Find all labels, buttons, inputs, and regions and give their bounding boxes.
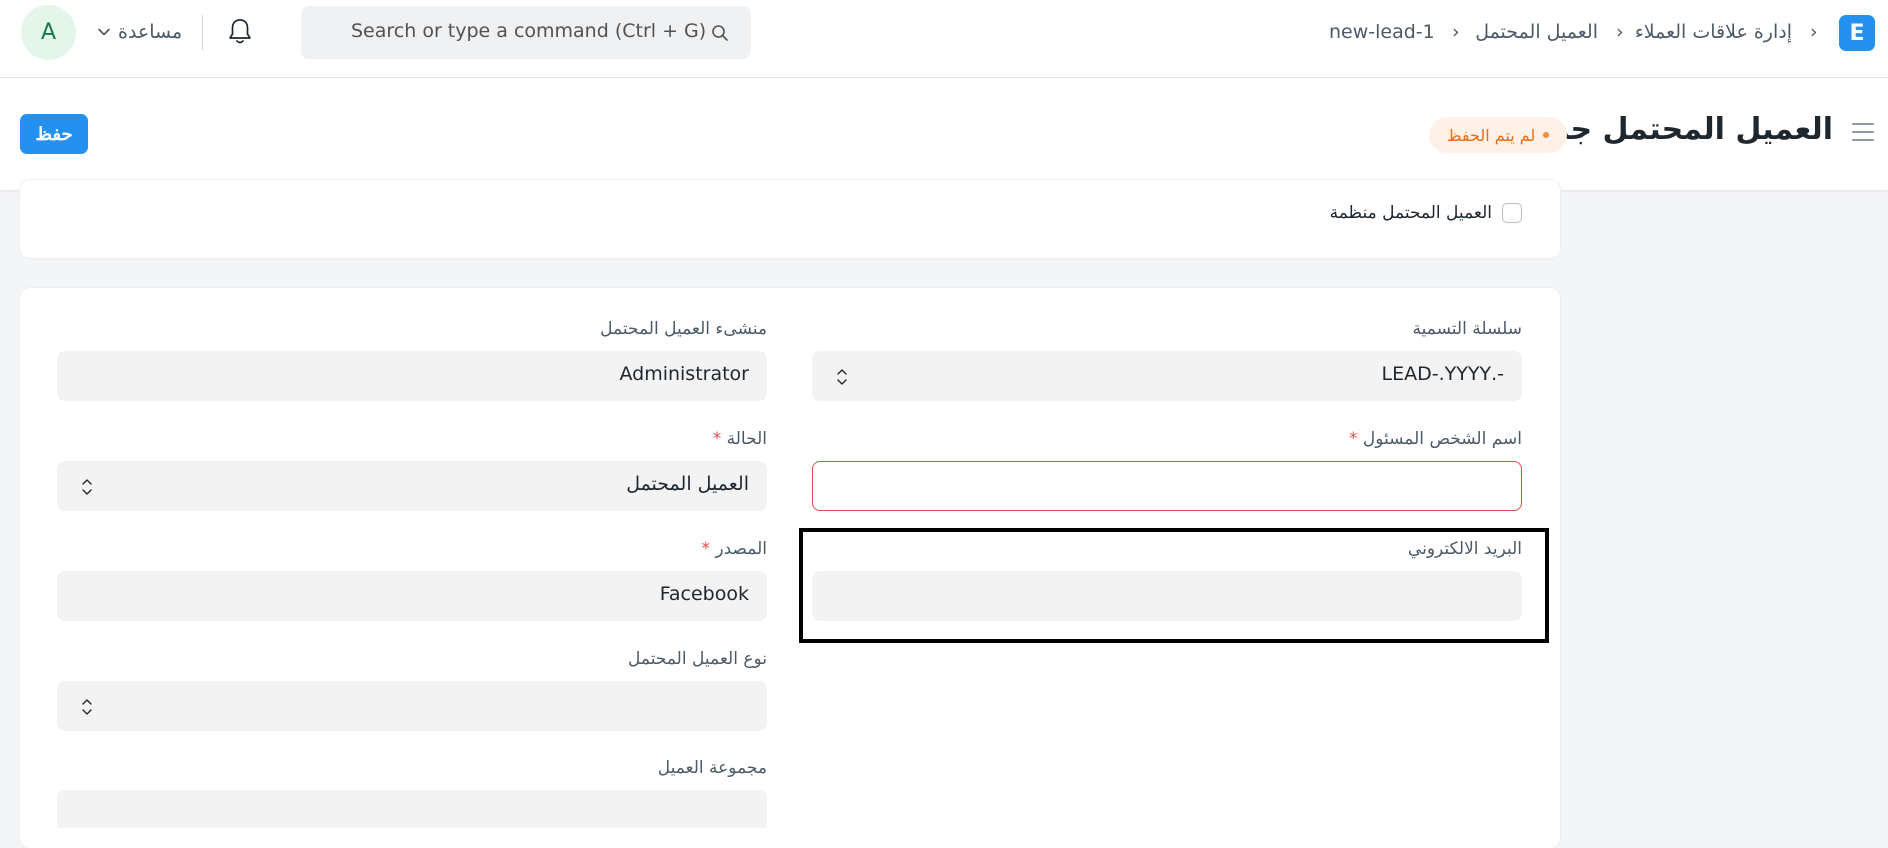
email-field-highlight	[799, 528, 1549, 643]
chevron-down-icon	[98, 28, 110, 36]
source-label: المصدر *	[701, 539, 767, 559]
navbar-divider	[202, 15, 203, 50]
hamburger-icon[interactable]	[1851, 121, 1875, 143]
person-name-label-text: اسم الشخص المسئول	[1362, 429, 1522, 449]
breadcrumb-separator: ›	[1452, 21, 1460, 43]
person-name-label: اسم الشخص المسئول *	[1349, 429, 1522, 449]
status-dot	[1543, 132, 1550, 138]
search-input[interactable]: Search or type a command (Ctrl + G)	[351, 20, 706, 42]
person-name-input[interactable]	[812, 461, 1522, 511]
avatar[interactable]: A	[21, 5, 76, 60]
naming-series-label: سلسلة التسمية	[1412, 319, 1522, 339]
logo-letter: E	[1849, 20, 1865, 46]
lead-owner-value: Administrator	[619, 363, 749, 385]
organization-checkbox-label: العميل المحتمل منظمة	[1329, 203, 1492, 223]
source-field[interactable]: Facebook	[57, 571, 767, 621]
status-value: العميل المحتمل	[626, 473, 749, 495]
navbar: E › إدارة علاقات العملاء › العميل المحتم…	[0, 0, 1888, 78]
lead-owner-label: منشىء العميل المحتمل	[600, 319, 767, 339]
status-badge: لم يتم الحفظ	[1429, 117, 1567, 153]
breadcrumb-lead[interactable]: العميل المحتمل	[1475, 18, 1598, 46]
breadcrumb-separator: ›	[1810, 21, 1818, 43]
naming-series-value: -.LEAD-.YYYY	[1381, 363, 1504, 385]
select-arrows-icon	[837, 369, 847, 385]
breadcrumb-crm[interactable]: إدارة علاقات العملاء	[1635, 18, 1792, 46]
source-label-text: المصدر	[715, 539, 767, 559]
organization-checkbox[interactable]	[1502, 203, 1522, 223]
avatar-letter: A	[40, 20, 57, 45]
bell-icon[interactable]	[227, 17, 253, 45]
source-value: Facebook	[659, 583, 749, 605]
naming-series-select[interactable]: -.LEAD-.YYYY	[812, 351, 1522, 401]
select-arrows-icon	[82, 699, 92, 715]
organization-checkbox-row[interactable]: العميل المحتمل منظمة	[1330, 200, 1522, 226]
lead-type-label: نوع العميل المحتمل	[628, 649, 767, 669]
help-label: مساعدة	[118, 21, 183, 43]
required-mark: *	[701, 539, 710, 559]
status-label: الحالة *	[713, 429, 767, 449]
breadcrumb-separator: ›	[1616, 21, 1624, 43]
customer-group-label: مجموعة العميل	[657, 758, 767, 778]
lead-type-select[interactable]	[57, 681, 767, 731]
required-mark: *	[1348, 429, 1358, 449]
lead-owner-field[interactable]: Administrator	[57, 351, 767, 401]
select-arrows-icon	[82, 479, 92, 495]
status-badge-label: لم يتم الحفظ	[1446, 125, 1536, 145]
page-head: حفظ العميل المحتمل جديد لم يتم الحفظ	[0, 78, 1888, 190]
help-dropdown[interactable]: مساعدة	[98, 18, 182, 46]
save-button[interactable]: حفظ	[20, 114, 88, 154]
breadcrumb-current[interactable]: new-lead-1	[1329, 18, 1435, 46]
app-logo[interactable]: E	[1839, 15, 1875, 51]
status-label-text: الحالة	[726, 429, 767, 449]
page-title: العميل المحتمل جديد	[1524, 112, 1833, 147]
required-mark: *	[712, 429, 722, 449]
status-select[interactable]: العميل المحتمل	[57, 461, 767, 511]
search-icon	[712, 25, 728, 41]
search-bar[interactable]: Search or type a command (Ctrl + G)	[301, 6, 751, 59]
customer-group-field[interactable]	[57, 790, 767, 828]
